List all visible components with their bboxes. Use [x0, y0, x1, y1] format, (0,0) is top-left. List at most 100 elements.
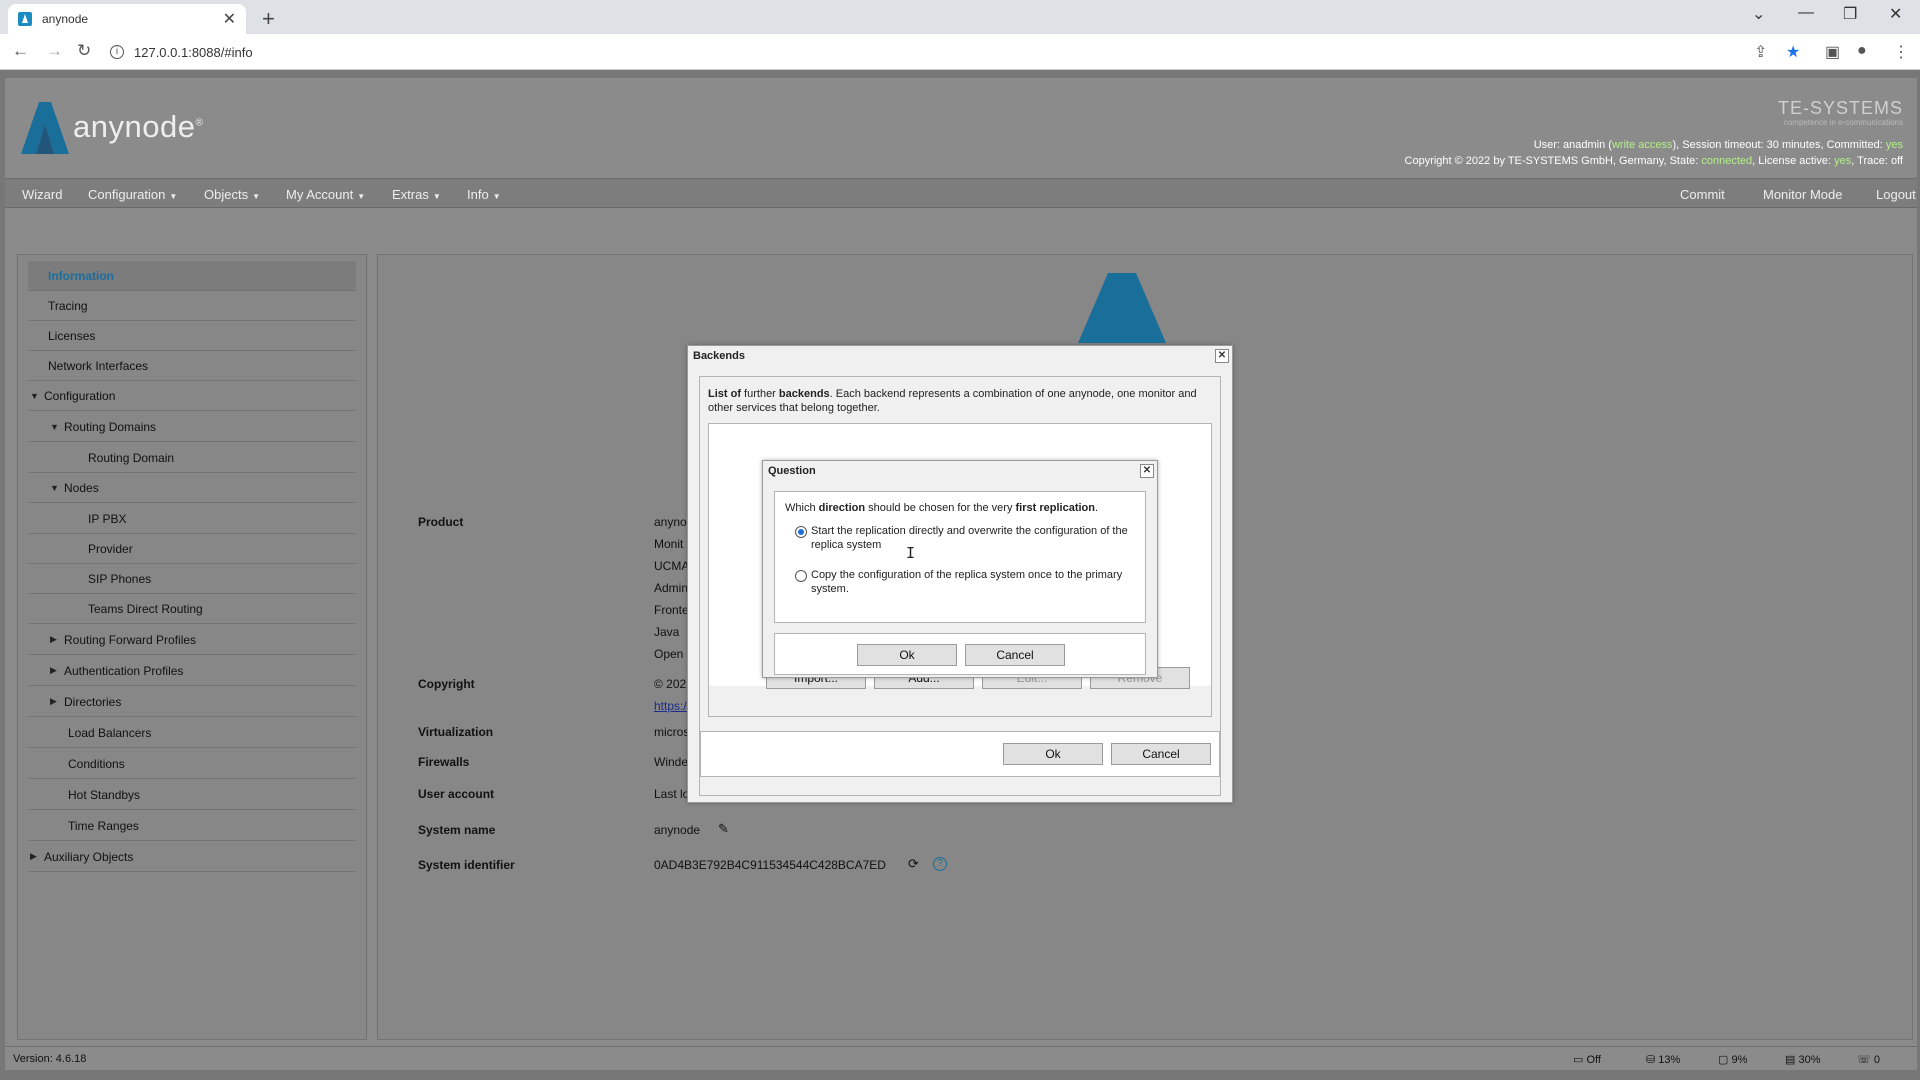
- menu-info[interactable]: Info ▼: [467, 187, 501, 202]
- browser-menu-icon[interactable]: ⋮: [1893, 42, 1909, 62]
- sidebar-item-routing-domain[interactable]: Routing Domain: [28, 443, 356, 473]
- te-systems-logo: TE-SYSTEMS: [1777, 98, 1903, 118]
- reload-icon[interactable]: ↻: [77, 41, 91, 61]
- menu-logout[interactable]: Logout: [1876, 187, 1916, 202]
- refresh-icon[interactable]: ⟳: [908, 856, 919, 872]
- option-copy-configuration-radio[interactable]: [795, 570, 807, 582]
- help-icon[interactable]: ?: [933, 857, 947, 871]
- copyright-label: Copyright: [418, 677, 475, 691]
- sidebar-item-sip-phones[interactable]: SIP Phones: [28, 564, 356, 594]
- side-panel-icon[interactable]: ▣: [1825, 42, 1840, 62]
- sidebar-item-teams-direct-routing[interactable]: Teams Direct Routing: [28, 594, 356, 624]
- option-copy-configuration-label[interactable]: Copy the configuration of the replica sy…: [811, 568, 1141, 596]
- firewalls-value: Winde: [654, 755, 689, 769]
- expanded-triangle-icon[interactable]: ▼: [50, 483, 64, 493]
- backends-ok-button[interactable]: Ok: [1003, 743, 1103, 765]
- profile-icon[interactable]: ●: [1857, 42, 1867, 60]
- back-icon[interactable]: ←: [12, 41, 29, 61]
- close-tab-icon[interactable]: ✕: [223, 9, 236, 29]
- expanded-triangle-icon[interactable]: ▼: [30, 391, 44, 401]
- calls-status: ☏ 0: [1857, 1054, 1880, 1066]
- version-text: Version: 4.6.18: [13, 1053, 87, 1065]
- bookmark-star-icon[interactable]: ★: [1786, 42, 1800, 62]
- virtualization-value: micros: [654, 725, 690, 739]
- menu-extras[interactable]: Extras ▼: [392, 187, 441, 202]
- sidebar-item-information[interactable]: Information: [28, 261, 356, 291]
- new-tab-icon[interactable]: +: [262, 6, 275, 32]
- menu-configuration[interactable]: Configuration ▼: [88, 187, 177, 202]
- url-text: 127.0.0.1:8088/#info: [134, 44, 253, 60]
- sidebar-item-provider[interactable]: Provider: [28, 534, 356, 564]
- site-info-icon[interactable]: i: [110, 45, 124, 59]
- sidebar-nav: Information Tracing Licenses Network Int…: [17, 254, 367, 1040]
- logo-text: anynode®: [73, 109, 204, 144]
- sidebar-item-routing-forward-profiles[interactable]: ▶ Routing Forward Profiles: [28, 625, 356, 655]
- tab-search-chevron-icon[interactable]: ⌄: [1752, 4, 1765, 24]
- sidebar-item-licenses[interactable]: Licenses: [28, 321, 356, 351]
- collapsed-triangle-icon[interactable]: ▶: [50, 665, 64, 676]
- browser-tab-bar: anynode ✕ + ⌄ — ❐ ✕: [0, 0, 1920, 34]
- sidebar-item-time-ranges[interactable]: Time Ranges: [28, 811, 356, 841]
- sidebar-item-authentication-profiles[interactable]: ▶ Authentication Profiles: [28, 656, 356, 686]
- status-footer: Version: 4.6.18 ▭ Off ⛁ 13% ▢ 9% ▤ 30% ☏…: [5, 1046, 1917, 1070]
- product-value-3: UCMA: [654, 559, 690, 573]
- trace-status: ▭ Off: [1573, 1054, 1601, 1066]
- copyright-value: © 202: [654, 677, 687, 691]
- memory-icon: ▤: [1785, 1054, 1796, 1066]
- menu-monitor-mode[interactable]: Monitor Mode: [1763, 187, 1842, 202]
- question-ok-button[interactable]: Ok: [857, 644, 957, 666]
- sidebar-item-hot-standbys[interactable]: Hot Standbys: [28, 780, 356, 810]
- sidebar-item-network-interfaces[interactable]: Network Interfaces: [28, 351, 356, 381]
- trace-icon: ▭: [1573, 1054, 1584, 1066]
- minimize-icon[interactable]: —: [1798, 4, 1814, 22]
- menu-objects[interactable]: Objects ▼: [204, 187, 260, 202]
- menu-commit[interactable]: Commit: [1680, 187, 1725, 202]
- sidebar-item-nodes[interactable]: ▼ Nodes: [28, 473, 356, 503]
- system-identifier-value: 0AD4B3E792B4C911534544C428BCA7ED: [654, 858, 886, 872]
- sidebar-item-ip-pbx[interactable]: IP PBX: [28, 504, 356, 534]
- system-name-label: System name: [418, 823, 496, 837]
- collapsed-triangle-icon[interactable]: ▶: [50, 696, 64, 707]
- restore-icon[interactable]: ❐: [1843, 4, 1857, 24]
- question-close-icon[interactable]: ✕: [1140, 464, 1154, 478]
- cpu-status: ▢ 9%: [1718, 1054, 1748, 1066]
- anynode-logo-icon: [21, 102, 69, 154]
- sidebar-item-auxiliary-objects[interactable]: ▶ Auxiliary Objects: [28, 842, 356, 872]
- sidebar-item-tracing[interactable]: Tracing: [28, 291, 356, 321]
- product-value-6: Java: [654, 625, 680, 639]
- product-value-2: Monit: [654, 537, 684, 551]
- share-icon[interactable]: ⇪: [1754, 42, 1767, 62]
- backends-close-icon[interactable]: ✕: [1215, 349, 1229, 363]
- edit-pencil-icon[interactable]: ✎: [718, 821, 729, 837]
- backends-cancel-button[interactable]: Cancel: [1111, 743, 1211, 765]
- user-account-label: User account: [418, 787, 495, 801]
- forward-icon[interactable]: →: [46, 41, 63, 61]
- memory-status: ▤ 30%: [1785, 1054, 1821, 1066]
- sidebar-item-routing-domains[interactable]: ▼ Routing Domains: [28, 412, 356, 442]
- menu-my-account[interactable]: My Account ▼: [286, 187, 365, 202]
- question-footer: Ok Cancel: [774, 633, 1146, 675]
- collapsed-triangle-icon[interactable]: ▶: [50, 634, 64, 645]
- browser-tab[interactable]: anynode ✕: [8, 4, 246, 34]
- sidebar-item-directories[interactable]: ▶ Directories: [28, 687, 356, 717]
- url-field[interactable]: i 127.0.0.1:8088/#info: [110, 39, 1770, 65]
- firewalls-label: Firewalls: [418, 755, 470, 769]
- expanded-triangle-icon[interactable]: ▼: [50, 422, 64, 432]
- product-value-1: anyno: [654, 515, 687, 529]
- te-systems-tagline: competence in e-communications: [1783, 118, 1903, 127]
- main-menu: Wizard Configuration ▼ Objects ▼ My Accoun…: [5, 178, 1917, 208]
- copyright-link[interactable]: https:/: [654, 699, 687, 713]
- sidebar-item-configuration[interactable]: ▼ Configuration: [28, 381, 356, 411]
- option-start-replication-label[interactable]: Start the replication directly and overw…: [811, 524, 1141, 552]
- sidebar-item-load-balancers[interactable]: Load Balancers: [28, 718, 356, 748]
- menu-wizard[interactable]: Wizard: [22, 187, 62, 202]
- system-name-value: anynode: [654, 823, 701, 837]
- question-cancel-button[interactable]: Cancel: [965, 644, 1065, 666]
- sidebar-item-conditions[interactable]: Conditions: [28, 749, 356, 779]
- option-start-replication-radio[interactable]: [795, 526, 807, 538]
- question-body: Which direction should be chosen for the…: [774, 491, 1146, 623]
- collapsed-triangle-icon[interactable]: ▶: [30, 851, 44, 862]
- backends-dialog-title: Backends ✕: [688, 346, 1232, 366]
- product-value-5: Fronte: [654, 603, 689, 617]
- close-window-icon[interactable]: ✕: [1889, 4, 1902, 24]
